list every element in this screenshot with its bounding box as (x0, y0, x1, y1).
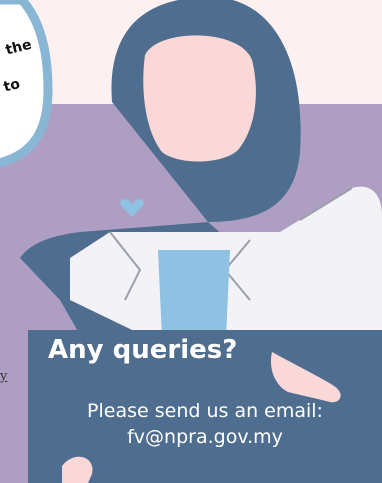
left-edge-text-fragment: y (0, 369, 8, 384)
queries-heading: Any queries? (48, 335, 238, 365)
email-address: fv@npra.gov.my (127, 426, 283, 448)
sign-text: Any queries? Please send us an email: fv… (28, 333, 382, 453)
shirt (158, 250, 230, 338)
email-prompt: Please send us an email: (87, 400, 323, 422)
face (143, 35, 256, 162)
